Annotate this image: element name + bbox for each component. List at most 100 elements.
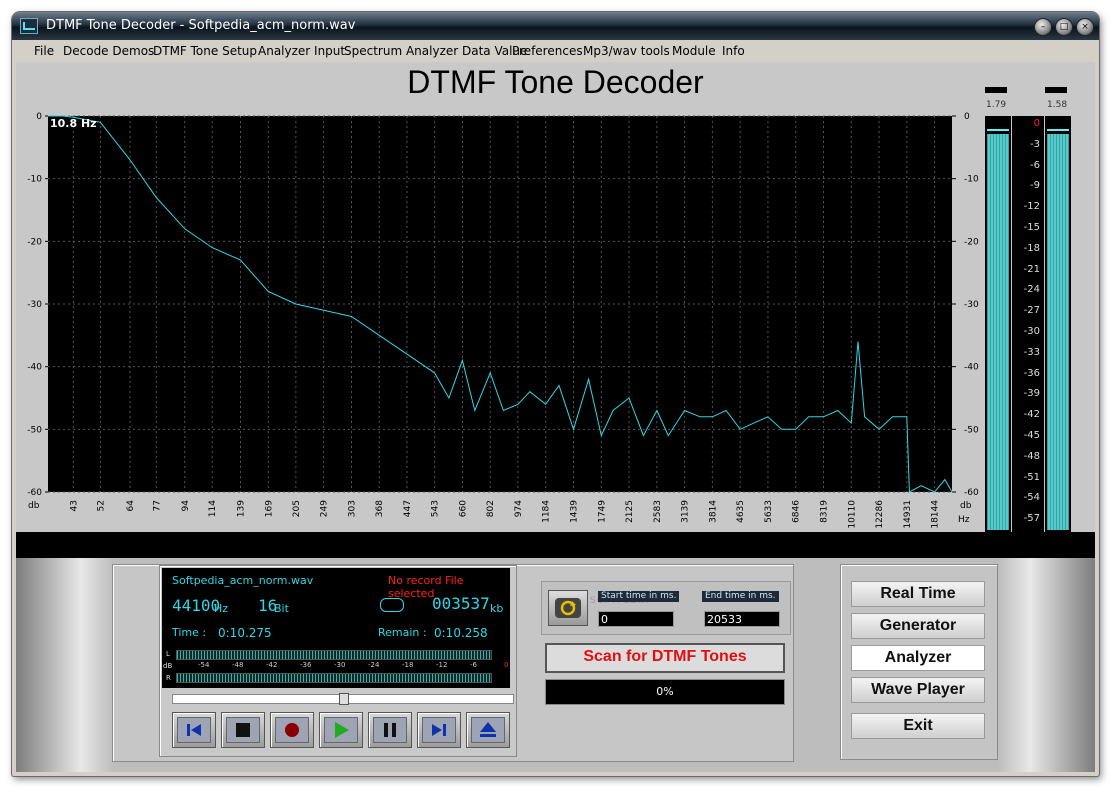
stop-button[interactable]: [221, 712, 265, 748]
record-button[interactable]: [270, 712, 314, 748]
y-tick-label-right: -30: [964, 300, 979, 310]
nav-real-time[interactable]: Real Time: [851, 581, 985, 607]
menu-spectrum-analyzer-data-value[interactable]: Spectrum Analyzer Data Value: [344, 44, 527, 58]
y-tick-label-right: -10: [964, 175, 979, 185]
vu-left-reading: 1.79: [986, 100, 1007, 110]
vu-scale-label: -30: [1023, 326, 1040, 337]
cursor-readout: 10.8 Hz: [50, 117, 97, 130]
page-title: DTMF Tone Decoder: [16, 62, 1095, 102]
position-slider-thumb[interactable]: [339, 693, 349, 705]
scan-button[interactable]: Scan for DTMF Tones: [545, 643, 785, 673]
level-scale-label: -36: [300, 661, 312, 669]
file-size: 003537: [432, 594, 490, 613]
level-scale-label: -48: [232, 661, 244, 669]
level-scale-label: -12: [436, 661, 448, 669]
x-tick-label: 169: [264, 500, 274, 517]
play-icon: [335, 722, 349, 738]
time-label: Time :: [172, 626, 207, 639]
x-tick-label: 77: [152, 500, 162, 511]
vu-scale-label: -6: [1030, 159, 1040, 171]
eject-button[interactable]: [466, 712, 510, 748]
menu-bar: File Decode Demos DTMF Tone Setup Analyz…: [16, 40, 1095, 62]
y-tick-label-right: -40: [964, 363, 979, 373]
start-time-input[interactable]: 0: [598, 611, 674, 627]
menu-mp3-wav-tools[interactable]: Mp3/wav tools: [583, 44, 670, 58]
x-tick-label: 139: [236, 500, 246, 517]
maximize-button[interactable]: □: [1055, 18, 1073, 36]
menu-info[interactable]: Info: [722, 44, 745, 58]
nav-analyzer[interactable]: Analyzer: [851, 645, 985, 671]
y-tick-label-right: -60: [964, 488, 979, 498]
skip-back-button[interactable]: [172, 712, 216, 748]
nav-exit[interactable]: Exit: [851, 713, 985, 739]
scan-time-box: SOFTPEDIA Start time in ms. 0 End time i…: [541, 581, 791, 635]
scan-progress-bar: 0%: [545, 679, 785, 705]
nav-wave-player[interactable]: Wave Player: [851, 677, 985, 703]
channel-db-label: dB: [163, 662, 173, 670]
x-tick-label: 3139: [681, 500, 691, 523]
start-time-label: Start time in ms.: [598, 591, 680, 602]
x-tick-label: 368: [375, 500, 385, 517]
spectrum-chart[interactable]: 0 0-10 -10-20 -20-30 -30-40 -40-50 -50-60 -6043…: [16, 102, 1095, 532]
x-tick-label: 8319: [819, 500, 829, 523]
vu-scale-label: -57: [1023, 513, 1040, 525]
sample-rate: 44100: [172, 596, 221, 615]
remain-value: 0:10.258: [434, 626, 488, 640]
x-tick-label: 18144: [931, 500, 941, 529]
play-button[interactable]: [319, 712, 363, 748]
vu-scale-label: -12: [1023, 201, 1040, 213]
vu-meter-right: [1045, 116, 1071, 532]
refresh-button[interactable]: [548, 590, 588, 626]
player-filename: Softpedia_acm_norm.wav: [172, 574, 314, 587]
level-scale-label: -30: [334, 661, 346, 669]
x-tick-label: 3814: [708, 500, 718, 523]
vu-meter-left: [985, 116, 1011, 532]
position-slider[interactable]: [172, 693, 514, 705]
skip-forward-button[interactable]: [417, 712, 461, 748]
player-panel: Softpedia_acm_norm.wav No record File se…: [112, 564, 794, 762]
x-tick-label: 660: [458, 500, 468, 517]
x-axis-label: Hz: [958, 515, 970, 525]
menu-module[interactable]: Module: [672, 44, 716, 58]
client-area: DTMF Tone Decoder 0 0 -10 -10 -20 -20 -30 -30 -4…: [16, 62, 1095, 772]
x-tick-label: 10110: [847, 500, 857, 529]
menu-file[interactable]: File: [34, 44, 54, 58]
x-tick-label: 543: [431, 500, 441, 517]
record-icon: [285, 723, 299, 737]
pause-button[interactable]: [368, 712, 412, 748]
menu-decode-demos[interactable]: Decode Demos: [63, 44, 154, 58]
x-tick-label: 303: [348, 500, 358, 517]
x-tick-label: 4635: [736, 500, 746, 523]
x-tick-label: 14931: [903, 500, 913, 529]
x-tick-label: 2125: [625, 500, 635, 523]
channel-left-label: L: [166, 650, 170, 658]
vu-scale-label: -24: [1023, 284, 1040, 296]
menu-analyzer-input[interactable]: Analyzer Input: [258, 44, 345, 58]
nav-generator[interactable]: Generator: [851, 613, 985, 639]
pause-icon: [384, 723, 396, 737]
menu-dtmf-tone-setup[interactable]: DTMF Tone Setup: [153, 44, 257, 58]
level-meter-left: [176, 650, 492, 660]
x-tick-label: 52: [96, 500, 106, 511]
y-tick-label-left: -60: [27, 488, 42, 498]
window-title: DTMF Tone Decoder - Softpedia_acm_norm.w…: [46, 18, 356, 33]
mode-nav: Real Time Generator Analyzer Wave Player…: [840, 564, 998, 760]
level-scale-label: -24: [368, 661, 380, 669]
sample-rate-unit: Hz: [214, 602, 229, 615]
menu-preferences[interactable]: Preferences: [512, 44, 583, 58]
minimize-button[interactable]: –: [1034, 18, 1052, 36]
x-tick-label: 447: [403, 500, 413, 517]
end-time-label: End time in ms.: [702, 591, 779, 602]
title-bar[interactable]: DTMF Tone Decoder - Softpedia_acm_norm.w…: [12, 12, 1099, 40]
end-time-input[interactable]: 20533: [704, 611, 780, 627]
chain-icon: [380, 598, 404, 612]
time-value: 0:10.275: [218, 626, 272, 640]
x-tick-label: 974: [514, 500, 524, 517]
vu-scale-label: -42: [1023, 409, 1040, 421]
remain-label: Remain :: [378, 626, 427, 639]
x-tick-label: 6846: [792, 500, 802, 523]
vu-scale-label: -51: [1023, 471, 1040, 483]
close-button[interactable]: ×: [1076, 18, 1094, 36]
transport-controls: [172, 712, 512, 748]
x-tick-label: 249: [320, 500, 330, 517]
